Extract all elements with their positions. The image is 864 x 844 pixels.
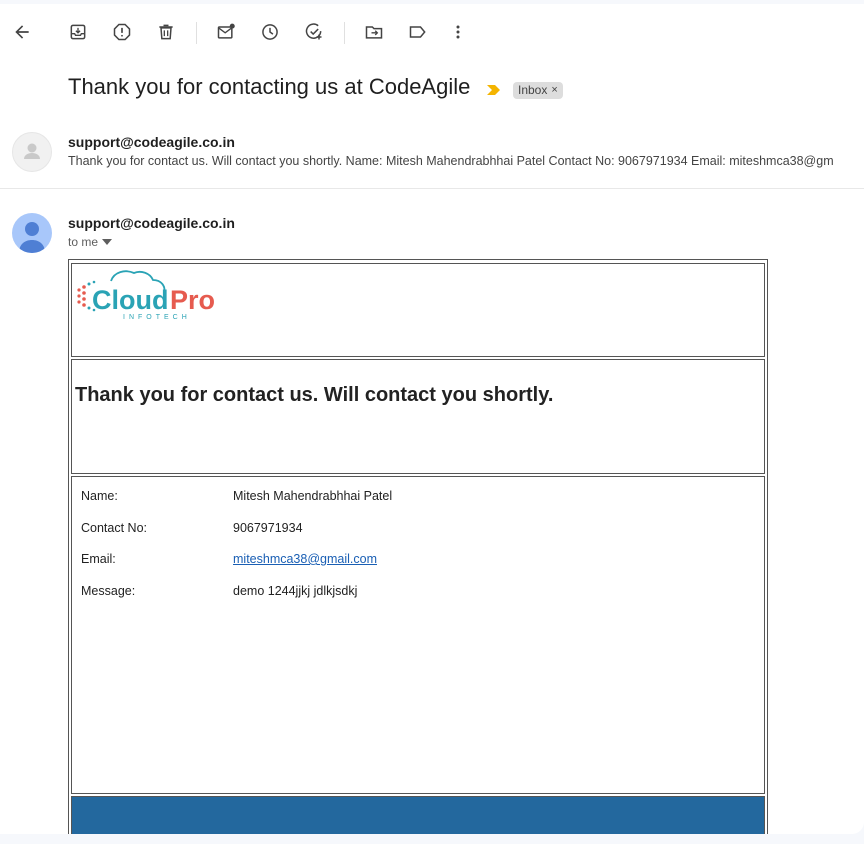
toolbar-separator [196, 22, 197, 44]
logo-accent-text: Pro [170, 285, 215, 315]
inbox-label-text: Inbox [518, 83, 548, 97]
recipient-details-toggle[interactable]: to me [68, 235, 113, 249]
back-arrow-icon[interactable] [10, 20, 34, 44]
logo-sub-text: INFOTECH [123, 314, 191, 321]
avatar [12, 132, 52, 172]
email-link[interactable]: miteshmca38@gmail.com [233, 552, 377, 566]
field-value-message: demo 1244jjkj jdlkjsdkj [233, 584, 358, 598]
move-to-icon[interactable] [362, 20, 386, 44]
importance-marker-icon[interactable] [487, 84, 501, 96]
email-heading: Thank you for contact us. Will contact y… [75, 384, 554, 406]
expanded-sender[interactable]: support@codeagile.co.in [68, 215, 235, 231]
email-subject: Thank you for contacting us at CodeAgile [68, 74, 471, 99]
add-task-icon[interactable] [302, 20, 326, 44]
message-snippet[interactable]: Thank you for contact us. Will contact y… [68, 154, 834, 168]
logo-cell: Cloud Pro INFOTECH [71, 263, 765, 357]
mark-unread-icon[interactable] [214, 20, 238, 44]
details-cell: Name: Mitesh Mahendrabhhai Patel Contact… [71, 476, 765, 794]
archive-icon[interactable] [66, 20, 90, 44]
cloudpro-logo: Cloud Pro INFOTECH [75, 267, 240, 327]
collapsed-sender[interactable]: support@codeagile.co.in [68, 134, 235, 150]
snooze-icon[interactable] [258, 20, 282, 44]
more-vert-icon[interactable] [446, 20, 470, 44]
email-body-table: Cloud Pro INFOTECH Thank you for contact… [68, 259, 768, 834]
field-label-email: Email: [81, 552, 116, 566]
chevron-down-icon [102, 239, 113, 245]
toolbar-separator [344, 22, 345, 44]
label-icon[interactable] [406, 20, 430, 44]
inbox-label-chip: Inbox × [513, 82, 563, 99]
field-label-message: Message: [81, 584, 136, 598]
field-value-name: Mitesh Mahendrabhhai Patel [233, 489, 393, 503]
email-view: Thank you for contacting us at CodeAgile… [0, 4, 864, 834]
field-value-email: miteshmca38@gmail.com [233, 552, 377, 566]
logo-main-text: Cloud [92, 285, 168, 315]
recipient-line: to me [68, 235, 99, 249]
delete-icon[interactable] [154, 20, 178, 44]
field-label-name: Name: [81, 489, 118, 503]
footer-band [71, 796, 765, 834]
message-divider [0, 188, 864, 189]
report-spam-icon[interactable] [110, 20, 134, 44]
field-label-contact: Contact No: [81, 521, 148, 535]
heading-cell: Thank you for contact us. Will contact y… [71, 359, 765, 474]
avatar [12, 213, 52, 253]
field-value-contact: 9067971934 [233, 521, 303, 535]
remove-label-button[interactable]: × [551, 82, 557, 99]
